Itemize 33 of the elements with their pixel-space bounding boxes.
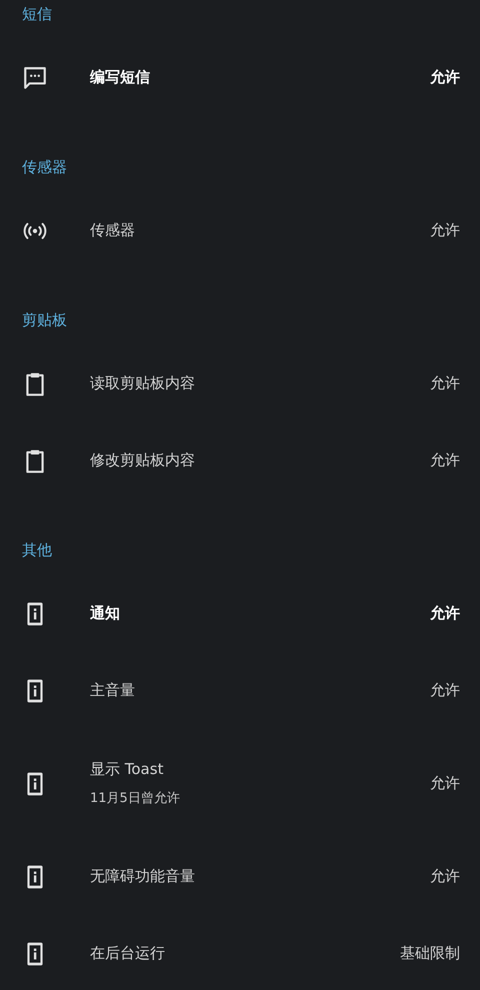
permission-row[interactable]: 主音量 允许 [0, 652, 480, 729]
permission-status: 允许 [430, 774, 460, 793]
permission-status: 允许 [430, 374, 460, 393]
permission-status: 允许 [430, 451, 460, 470]
permission-status: 基础限制 [400, 944, 460, 963]
permission-label: 显示 Toast [90, 760, 164, 779]
permission-label: 通知 [90, 604, 121, 623]
permission-label: 读取剪贴板内容 [90, 374, 196, 393]
message-icon [22, 64, 48, 90]
permission-label: 主音量 [90, 681, 136, 700]
permission-status: 允许 [430, 221, 460, 240]
permission-row[interactable]: 修改剪贴板内容 允许 [0, 422, 480, 499]
permission-label: 编写短信 [90, 68, 151, 87]
permission-row[interactable]: 传感器 允许 [0, 192, 480, 269]
section-header: 其他 [21, 540, 53, 561]
permission-label: 传感器 [90, 221, 136, 240]
permission-label: 修改剪贴板内容 [90, 451, 196, 470]
permission-row[interactable]: 无障碍功能音量 允许 [0, 838, 480, 915]
section-header: 短信 [21, 4, 53, 25]
permission-status: 允许 [430, 681, 460, 700]
permission-status: 允许 [430, 68, 460, 87]
permission-label: 在后台运行 [90, 944, 166, 963]
permission-label: 无障碍功能音量 [90, 867, 196, 886]
section-header: 传感器 [21, 157, 68, 178]
permission-row[interactable]: 通知 允许 [0, 575, 480, 652]
permission-row[interactable]: 显示 Toast 11月5日曾允许 允许 [0, 729, 480, 838]
permission-status: 允许 [430, 604, 460, 623]
permission-note: 11月5日曾允许 [90, 790, 181, 807]
permission-row[interactable]: 读取剪贴板内容 允许 [0, 345, 480, 422]
section-header: 剪贴板 [21, 310, 68, 331]
permission-row[interactable]: 编写短信 允许 [0, 39, 480, 116]
permission-status: 允许 [430, 867, 460, 886]
permission-row[interactable]: 在后台运行 基础限制 [0, 915, 480, 990]
